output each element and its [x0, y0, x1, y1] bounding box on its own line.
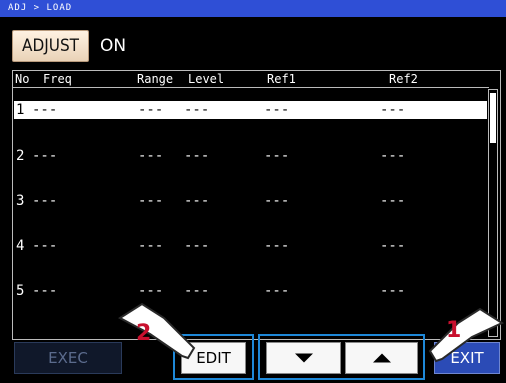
scrollbar[interactable] [488, 89, 498, 337]
cell-ref1: --- [264, 102, 290, 118]
cell-range: --- [138, 238, 164, 254]
cell-ref1: --- [264, 283, 290, 299]
load-table: No Freq Range Level Ref1 Ref2 1 --- --- ---… [12, 70, 501, 340]
cell-ref1: --- [264, 148, 290, 164]
exec-button[interactable]: EXEC [14, 342, 122, 374]
cell-ref2: --- [380, 238, 406, 254]
cell-ref2: --- [380, 148, 406, 164]
table-row[interactable]: 3 --- --- --- --- --- [14, 192, 487, 210]
cell-no: 5 [16, 283, 25, 299]
cell-level: --- [184, 102, 210, 118]
cell-no: 4 [16, 238, 25, 254]
adjust-button[interactable]: ADJUST [12, 30, 89, 62]
header-ref2: Ref2 [389, 72, 418, 86]
scroll-down-button[interactable] [266, 342, 341, 374]
cell-freq: --- [32, 148, 58, 164]
pointing-hand-icon-2: 2 [112, 300, 198, 362]
table-row[interactable]: 4 --- --- --- --- --- [14, 237, 487, 255]
cell-level: --- [184, 238, 210, 254]
adjust-state: ON [100, 36, 127, 56]
table-header: No Freq Range Level Ref1 Ref2 [13, 71, 489, 88]
header-no: No [15, 72, 30, 86]
cell-no: 3 [16, 193, 25, 209]
cell-ref1: --- [264, 193, 290, 209]
cell-no: 1 [16, 102, 25, 118]
cell-level: --- [184, 283, 210, 299]
cell-ref2: --- [380, 102, 406, 118]
cell-ref2: --- [380, 283, 406, 299]
breadcrumb: ADJ > LOAD [0, 0, 506, 17]
down-arrow-icon [294, 353, 313, 363]
callout-1-label: 1 [446, 318, 461, 343]
scrollbar-thumb[interactable] [490, 93, 496, 143]
cell-level: --- [184, 148, 210, 164]
cell-range: --- [138, 193, 164, 209]
table-row[interactable]: 2 --- --- --- --- --- [14, 147, 487, 165]
cell-range: --- [138, 148, 164, 164]
cell-ref1: --- [264, 238, 290, 254]
cell-range: --- [138, 283, 164, 299]
cell-freq: --- [32, 238, 58, 254]
pointing-hand-icon-1: 1 [424, 305, 506, 365]
scroll-up-button[interactable] [345, 342, 418, 374]
table-row[interactable]: 1 --- --- --- --- --- [14, 101, 487, 119]
cell-range: --- [138, 102, 164, 118]
table-row[interactable]: 5 --- --- --- --- --- [14, 282, 487, 300]
cell-ref2: --- [380, 193, 406, 209]
callout-2-label: 2 [136, 321, 151, 346]
header-level: Level [188, 72, 225, 86]
header-freq: Freq [43, 72, 72, 86]
cell-no: 2 [16, 148, 25, 164]
cell-level: --- [184, 193, 210, 209]
cell-freq: --- [32, 193, 58, 209]
header-range: Range [137, 72, 174, 86]
cell-freq: --- [32, 102, 58, 118]
up-arrow-icon [372, 353, 391, 363]
cell-freq: --- [32, 283, 58, 299]
header-ref1: Ref1 [267, 72, 296, 86]
